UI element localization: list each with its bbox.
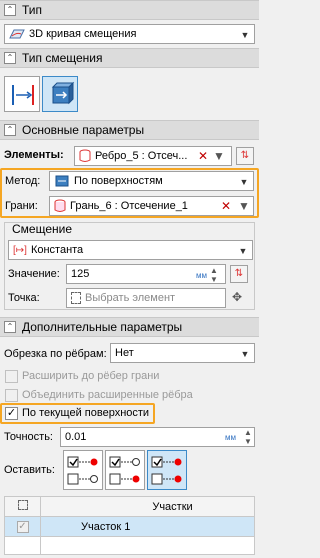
flip-direction-icon[interactable]: ⇅ bbox=[236, 147, 254, 165]
chevron-down-icon[interactable]: ▼ bbox=[236, 197, 252, 215]
offset-surface-button[interactable] bbox=[42, 76, 78, 112]
edge-icon bbox=[79, 149, 91, 163]
extend-to-face-edges-label: Расширить до рёбер грани bbox=[22, 370, 160, 382]
select-element-icon bbox=[71, 292, 81, 304]
constant-offset-icon: [↦] bbox=[13, 244, 27, 256]
offset-direction-button[interactable] bbox=[4, 76, 40, 112]
value-units: мм bbox=[196, 271, 207, 280]
segments-table: Участки ✓ Участок 1 bbox=[4, 496, 255, 555]
collapse-icon[interactable]: ⌃ bbox=[4, 4, 16, 16]
value-label: Значение: bbox=[8, 268, 60, 280]
merge-extended-edges-label: Объединить расширенные рёбра bbox=[22, 389, 193, 401]
by-current-surface-label: По текущей поверхности bbox=[22, 407, 150, 419]
flip-direction-icon[interactable]: ⇅ bbox=[230, 265, 248, 283]
extra-params-title: Дополнительные параметры bbox=[22, 320, 183, 334]
method-value: По поверхностям bbox=[74, 175, 163, 187]
leave-option-3-icon bbox=[151, 456, 182, 485]
faces-label: Грани: bbox=[5, 200, 38, 212]
select-all-icon[interactable] bbox=[4, 496, 41, 517]
row-checkbox-cell[interactable]: ✓ bbox=[4, 516, 41, 537]
main-params-title: Основные параметры bbox=[22, 123, 145, 137]
leave-option-3-button[interactable] bbox=[147, 450, 187, 490]
trim-dropdown[interactable]: Нет ▼ bbox=[110, 343, 255, 363]
table-header-row: Участки bbox=[4, 496, 255, 517]
point-field[interactable]: Выбрать элемент bbox=[66, 288, 226, 308]
chevron-down-icon: ▼ bbox=[238, 246, 248, 256]
collapse-icon[interactable]: ⌃ bbox=[4, 321, 16, 333]
offset-direction-icon bbox=[12, 85, 34, 105]
chevron-down-icon[interactable]: ▼ bbox=[211, 147, 227, 165]
leave-option-2-button[interactable] bbox=[105, 450, 145, 490]
type-value: 3D кривая смещения bbox=[29, 28, 137, 40]
surface-method-icon bbox=[54, 174, 70, 188]
type-section-header[interactable]: ⌃ Тип bbox=[0, 0, 259, 20]
point-placeholder: Выбрать элемент bbox=[85, 292, 176, 304]
leave-option-2-icon bbox=[109, 456, 140, 485]
table-empty-row bbox=[4, 536, 255, 555]
row-name: Участок 1 bbox=[40, 516, 255, 537]
point-label: Точка: bbox=[8, 292, 40, 304]
segments-header: Участки bbox=[40, 496, 255, 517]
trim-value: Нет bbox=[115, 347, 134, 359]
extend-to-face-edges-checkbox[interactable] bbox=[5, 370, 18, 383]
precision-units: мм bbox=[225, 433, 236, 442]
type-section-title: Тип bbox=[22, 3, 43, 17]
spinner-icon[interactable]: ▲ ▼ bbox=[244, 428, 252, 446]
extra-params-section-header[interactable]: ⌃ Дополнительные параметры bbox=[0, 317, 259, 337]
leave-label: Оставить: bbox=[4, 464, 55, 476]
elements-label: Элементы: bbox=[4, 149, 64, 161]
offset-kind-value: Константа bbox=[30, 244, 84, 256]
method-label: Метод: bbox=[5, 175, 41, 187]
elements-value: Ребро_5 : Отсеч... bbox=[95, 150, 188, 162]
value-text: 125 bbox=[71, 268, 90, 280]
face-icon bbox=[54, 199, 66, 213]
merge-extended-edges-checkbox[interactable] bbox=[5, 389, 18, 402]
trim-label: Обрезка по рёбрам: bbox=[4, 348, 107, 360]
collapse-icon[interactable]: ⌃ bbox=[4, 52, 16, 64]
chevron-down-icon: ▼ bbox=[239, 177, 249, 187]
chevron-down-icon: ▼ bbox=[240, 349, 250, 359]
offset-title: Смещение bbox=[12, 222, 73, 236]
offset-surface-icon bbox=[51, 81, 75, 105]
leave-option-1-icon bbox=[67, 456, 98, 485]
precision-label: Точность: bbox=[4, 431, 53, 443]
faces-value: Грань_6 : Отсечение_1 bbox=[70, 200, 188, 212]
main-params-section-header[interactable]: ⌃ Основные параметры bbox=[0, 120, 259, 140]
table-row[interactable]: ✓ Участок 1 bbox=[4, 516, 255, 537]
type-dropdown[interactable]: 3D кривая смещения ▼ bbox=[4, 24, 255, 44]
method-dropdown[interactable]: По поверхностям ▼ bbox=[49, 171, 254, 191]
offset-kind-dropdown[interactable]: [↦] Константа ▼ bbox=[8, 240, 253, 260]
precision-value: 0.01 bbox=[65, 431, 87, 443]
chevron-down-icon: ▼ bbox=[240, 30, 250, 40]
pick-point-icon[interactable]: ✥ bbox=[232, 290, 242, 304]
offset-type-section-title: Тип смещения bbox=[22, 51, 103, 65]
clear-elements-icon[interactable]: ✕ bbox=[195, 147, 211, 165]
collapse-icon[interactable]: ⌃ bbox=[4, 124, 16, 136]
spinner-icon[interactable]: ▲ ▼ bbox=[210, 266, 218, 284]
offset-curve-icon bbox=[9, 28, 25, 40]
leave-option-1-button[interactable] bbox=[63, 450, 103, 490]
offset-type-section-header[interactable]: ⌃ Тип смещения bbox=[0, 48, 259, 68]
clear-faces-icon[interactable]: ✕ bbox=[218, 197, 234, 215]
by-current-surface-checkbox[interactable]: ✓ bbox=[5, 407, 18, 420]
